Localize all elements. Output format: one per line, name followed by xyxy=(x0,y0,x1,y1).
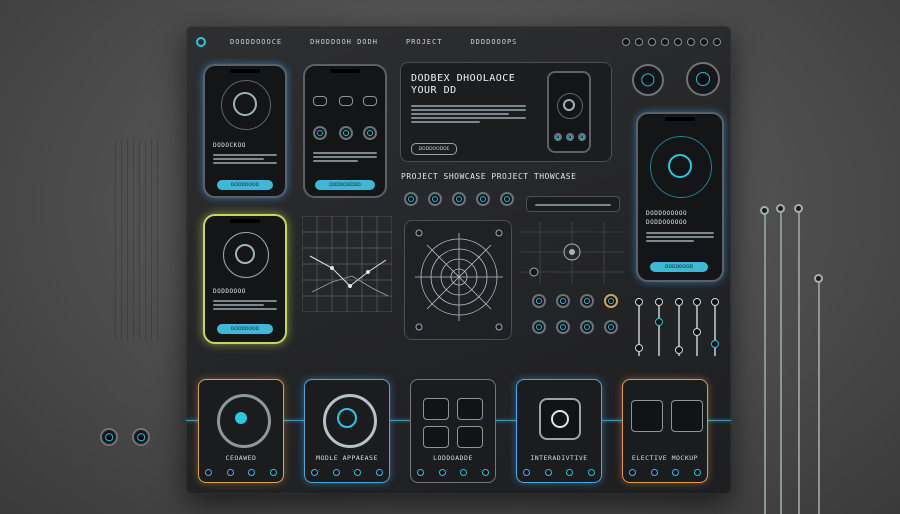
grid-button[interactable] xyxy=(556,294,570,308)
bottom-card-1-label: CEOAWED xyxy=(225,454,257,462)
grid-button[interactable] xyxy=(604,294,618,308)
dial-knob[interactable] xyxy=(686,62,720,96)
hero-heading: DODBEX DHOOLAOCE xyxy=(411,73,516,84)
vertical-slider[interactable] xyxy=(711,298,719,356)
grid-button[interactable] xyxy=(532,320,546,334)
radar-card xyxy=(404,220,512,340)
phone-3-title: DODDOOOO xyxy=(213,288,246,295)
nav-item-project[interactable]: PROJECT xyxy=(406,38,443,46)
bottom-card-4[interactable]: INTERADIVTIVE xyxy=(516,379,602,483)
top-navigation: DOODDOOOCE DHODDOOH DODH PROJECT DDDDOOO… xyxy=(196,34,721,50)
ui-kit-board: DOODDOOOCE DHODDOOH DODH PROJECT DDDDOOO… xyxy=(186,26,731,494)
power-icon[interactable] xyxy=(196,37,206,47)
mini-chart-panel xyxy=(520,222,624,284)
grid-button[interactable] xyxy=(532,294,546,308)
phone-mockup-2: DODDOODDD xyxy=(303,64,387,198)
hero-button[interactable]: DODDOODDE xyxy=(411,143,457,155)
hero-heading-2: YOUR DD xyxy=(411,85,457,96)
hero-phone xyxy=(547,71,591,153)
phone-3-button[interactable]: DODDOOOD xyxy=(217,324,273,334)
phone-1-title: DODOCKOO xyxy=(213,142,246,149)
window-dots xyxy=(622,38,721,46)
wall-knob[interactable] xyxy=(132,428,150,446)
grid-button[interactable] xyxy=(580,294,594,308)
phone-mockup-1: DODOCKOO DODDOOOD xyxy=(203,64,287,198)
dial-knob[interactable] xyxy=(632,64,664,96)
phone-1-button[interactable]: DODDOOOD xyxy=(217,180,273,190)
vertical-slider[interactable] xyxy=(655,298,663,356)
phone-4-button[interactable]: DODDOOOD xyxy=(650,262,708,272)
bottom-card-5-label: ELECTIVE MOCKUP xyxy=(631,454,699,462)
wall-scratches xyxy=(110,140,160,340)
vertical-slider[interactable] xyxy=(693,298,701,356)
showcase-label: PROJECT SHOWCASE PROJECT THOWCASE xyxy=(401,172,577,181)
target-icon xyxy=(235,412,247,424)
wall-knob[interactable] xyxy=(100,428,118,446)
target-icon xyxy=(235,244,255,264)
bottom-card-1[interactable]: CEOAWED xyxy=(198,379,284,483)
nav-item-4[interactable]: DDDDOOOPS xyxy=(470,38,517,46)
bottom-card-3-label: LODDOADDE xyxy=(433,454,473,462)
toggle-bar[interactable] xyxy=(526,196,620,212)
bottom-card-2[interactable]: MODLE APPAEASE xyxy=(304,379,390,483)
target-icon xyxy=(233,92,257,116)
phone-2-button[interactable]: DODDOODDD xyxy=(315,180,375,190)
grid-button[interactable] xyxy=(556,320,570,334)
phone-mockup-4: DODDOOOOOO DODDOOOOOO DODDOOOD xyxy=(636,112,724,282)
target-icon xyxy=(668,154,692,178)
vertical-slider[interactable] xyxy=(675,298,683,356)
target-icon xyxy=(337,408,357,428)
bottom-card-3[interactable]: LODDOADDE xyxy=(410,379,496,483)
grid-button[interactable] xyxy=(604,320,618,334)
vertical-slider[interactable] xyxy=(635,298,643,356)
bottom-card-5[interactable]: ELECTIVE MOCKUP xyxy=(622,379,708,483)
nav-item-1[interactable]: DOODDOOOCE xyxy=(230,38,282,46)
circle-icon xyxy=(551,410,569,428)
bottom-card-4-label: INTERADIVTIVE xyxy=(530,454,588,462)
graph-chart xyxy=(301,215,393,313)
bottom-card-2-label: MODLE APPAEASE xyxy=(316,454,378,462)
phone-mockup-3: DODDOOOO DODDOOOD xyxy=(203,214,287,344)
nav-item-2[interactable]: DHODDOOH DODH xyxy=(310,38,378,46)
graph-panel xyxy=(301,215,393,313)
phone-4-subtitle: DODDOOOOOO xyxy=(646,219,688,226)
radar-icon xyxy=(415,229,503,331)
grid-button[interactable] xyxy=(580,320,594,334)
phone-4-title: DODDOOOOOO xyxy=(646,210,688,217)
hero-card: DODBEX DHOOLAOCE YOUR DD DODDOODDE xyxy=(400,62,612,162)
